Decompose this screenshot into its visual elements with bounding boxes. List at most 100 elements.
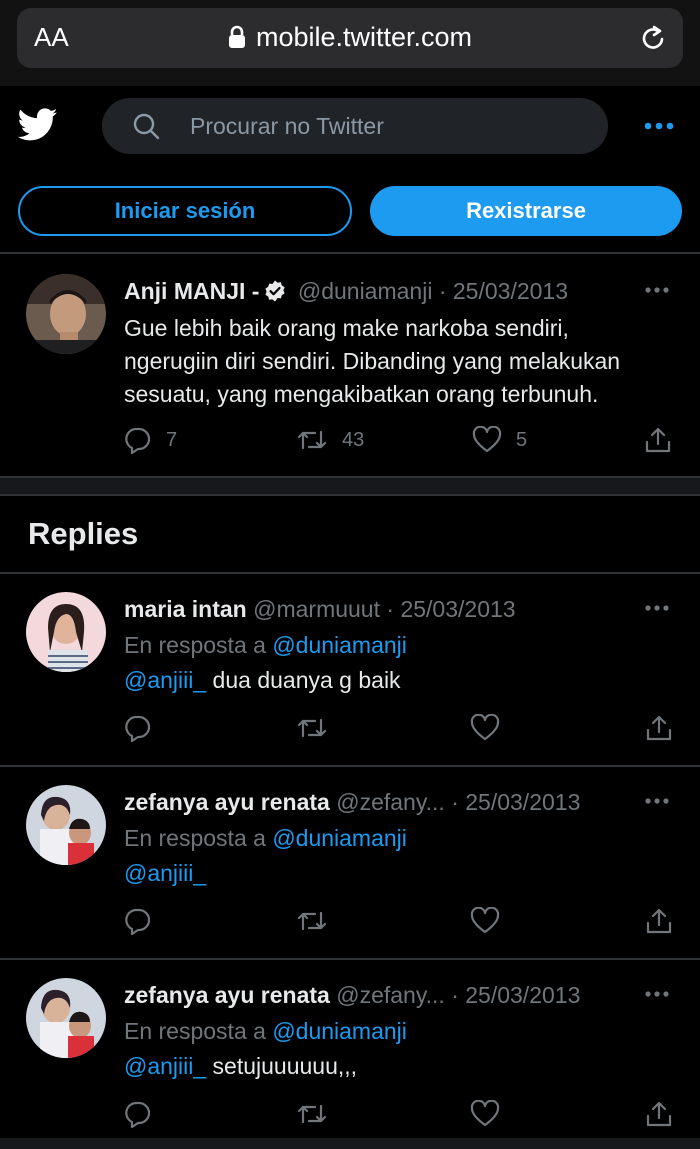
tweet-more-icon[interactable] (645, 797, 669, 805)
like-icon (470, 1100, 500, 1127)
retweet-icon (297, 1104, 327, 1124)
share-button[interactable] (645, 1100, 673, 1128)
lock-icon (228, 25, 245, 48)
signup-button[interactable]: Rexistrarse (370, 186, 682, 236)
tweet-header: maria intan @marmuuut · 25/03/2013 (124, 596, 516, 623)
share-button[interactable] (645, 907, 673, 935)
tweet-actions (124, 1100, 674, 1130)
reply-tweet[interactable]: zefanya ayu renata @zefany... · 25/03/20… (0, 767, 700, 959)
tweet-header: zefanya ayu renata @zefany... · 25/03/20… (124, 789, 580, 816)
separator-dot: · (386, 596, 395, 622)
like-button[interactable] (470, 1100, 500, 1128)
author-name[interactable]: Anji MANJI - (124, 278, 259, 304)
avatar-image (26, 785, 106, 865)
avatar-image (26, 978, 106, 1058)
tweet-text: @anjiii_ dua duanya g baik (124, 664, 664, 697)
retweet-button[interactable] (296, 1100, 328, 1128)
like-count: 5 (516, 428, 528, 451)
share-icon (646, 715, 672, 741)
like-icon (472, 426, 502, 453)
author-handle[interactable]: @zefany... (336, 982, 445, 1008)
retweet-icon (297, 718, 327, 738)
retweet-icon (297, 430, 327, 450)
avatar-image (26, 592, 106, 672)
reply-to-prefix: En resposta a (124, 825, 266, 851)
login-button[interactable]: Iniciar sesión (18, 186, 352, 236)
tweet-header: zefanya ayu renata @zefany... · 25/03/20… (124, 982, 580, 1009)
separator-dot: · (438, 278, 447, 304)
tweet-date[interactable]: 25/03/2013 (400, 596, 515, 622)
tweet-header: Anji MANJI - @duniamanji · 25/03/2013 (124, 278, 568, 305)
tweet-actions: 7 43 5 (124, 426, 674, 456)
author-handle[interactable]: @duniamanji (298, 278, 433, 304)
reply-context: En resposta a @duniamanji (124, 1018, 407, 1045)
replies-heading: Replies (28, 516, 139, 551)
reply-to-handle-link[interactable]: @duniamanji (272, 1018, 407, 1044)
reply-to-prefix: En resposta a (124, 632, 266, 658)
reply-to-prefix: En resposta a (124, 1018, 266, 1044)
mention-link[interactable]: @anjiii_ (124, 860, 206, 886)
page: AA mobile.twitter.com Procurar no Twitte… (0, 0, 700, 1149)
avatar[interactable] (26, 785, 106, 865)
author-handle[interactable]: @marmuuut (253, 596, 380, 622)
avatar[interactable] (26, 274, 106, 354)
like-icon (470, 714, 500, 741)
tweet-more-icon[interactable] (645, 604, 669, 612)
section-divider (0, 476, 700, 496)
like-button[interactable] (470, 907, 500, 935)
separator-dot: · (451, 982, 459, 1008)
tweet-more-icon[interactable] (645, 286, 669, 294)
reply-to-handle-link[interactable]: @duniamanji (272, 825, 407, 851)
url-display[interactable]: mobile.twitter.com (17, 22, 683, 53)
reply-button[interactable] (124, 907, 152, 935)
tweet-body: dua duanya g baik (206, 667, 401, 693)
auth-buttons: Iniciar sesión Rexistrarse (0, 168, 700, 254)
reply-icon (125, 427, 151, 454)
author-handle[interactable]: @zefany... (336, 789, 445, 815)
reply-button[interactable]: 7 (124, 426, 177, 454)
search-input[interactable] (190, 110, 590, 142)
author-name[interactable]: zefanya ayu renata (124, 789, 330, 815)
search-box[interactable] (102, 98, 608, 154)
address-bar[interactable]: AA mobile.twitter.com (17, 8, 683, 68)
twitter-header (0, 86, 700, 168)
share-icon (646, 908, 672, 934)
main-tweet[interactable]: Anji MANJI - @duniamanji · 25/03/2013 Gu… (0, 256, 700, 476)
separator-dot: · (451, 789, 459, 815)
like-button[interactable] (470, 714, 500, 742)
mention-link[interactable]: @anjiii_ (124, 667, 206, 693)
reply-tweet[interactable]: maria intan @marmuuut · 25/03/2013 En re… (0, 574, 700, 766)
avatar[interactable] (26, 592, 106, 672)
retweet-button[interactable]: 43 (296, 426, 364, 454)
share-button[interactable] (645, 714, 673, 742)
reload-icon[interactable] (639, 24, 667, 52)
retweet-button[interactable] (296, 714, 328, 742)
share-icon (645, 427, 671, 453)
mention-link[interactable]: @anjiii_ (124, 1053, 206, 1079)
reply-to-handle-link[interactable]: @duniamanji (272, 632, 407, 658)
tweet-more-icon[interactable] (645, 990, 669, 998)
retweet-button[interactable] (296, 907, 328, 935)
reply-button[interactable] (124, 1100, 152, 1128)
share-button[interactable] (644, 426, 672, 454)
author-name[interactable]: zefanya ayu renata (124, 982, 330, 1008)
like-button[interactable]: 5 (472, 426, 527, 454)
author-name[interactable]: maria intan (124, 596, 247, 622)
like-icon (470, 907, 500, 934)
retweet-count: 43 (342, 428, 365, 451)
more-icon[interactable] (644, 122, 674, 130)
reply-icon (125, 908, 151, 935)
tweet-date[interactable]: 25/03/2013 (465, 789, 580, 815)
tweet-date[interactable]: 25/03/2013 (465, 982, 580, 1008)
reply-tweet[interactable]: zefanya ayu renata @zefany... · 25/03/20… (0, 960, 700, 1138)
tweet-text: Gue lebih baik orang make narkoba sendir… (124, 315, 621, 407)
tweet-actions (124, 714, 674, 744)
twitter-bird-icon[interactable] (18, 108, 58, 142)
tweet-date[interactable]: 25/03/2013 (453, 278, 568, 304)
reply-count: 7 (166, 428, 178, 451)
avatar[interactable] (26, 978, 106, 1058)
reply-button[interactable] (124, 714, 152, 742)
reply-icon (125, 1101, 151, 1128)
tweet-body: setujuuuuuu,,, (206, 1053, 358, 1079)
url-text: mobile.twitter.com (255, 22, 473, 52)
